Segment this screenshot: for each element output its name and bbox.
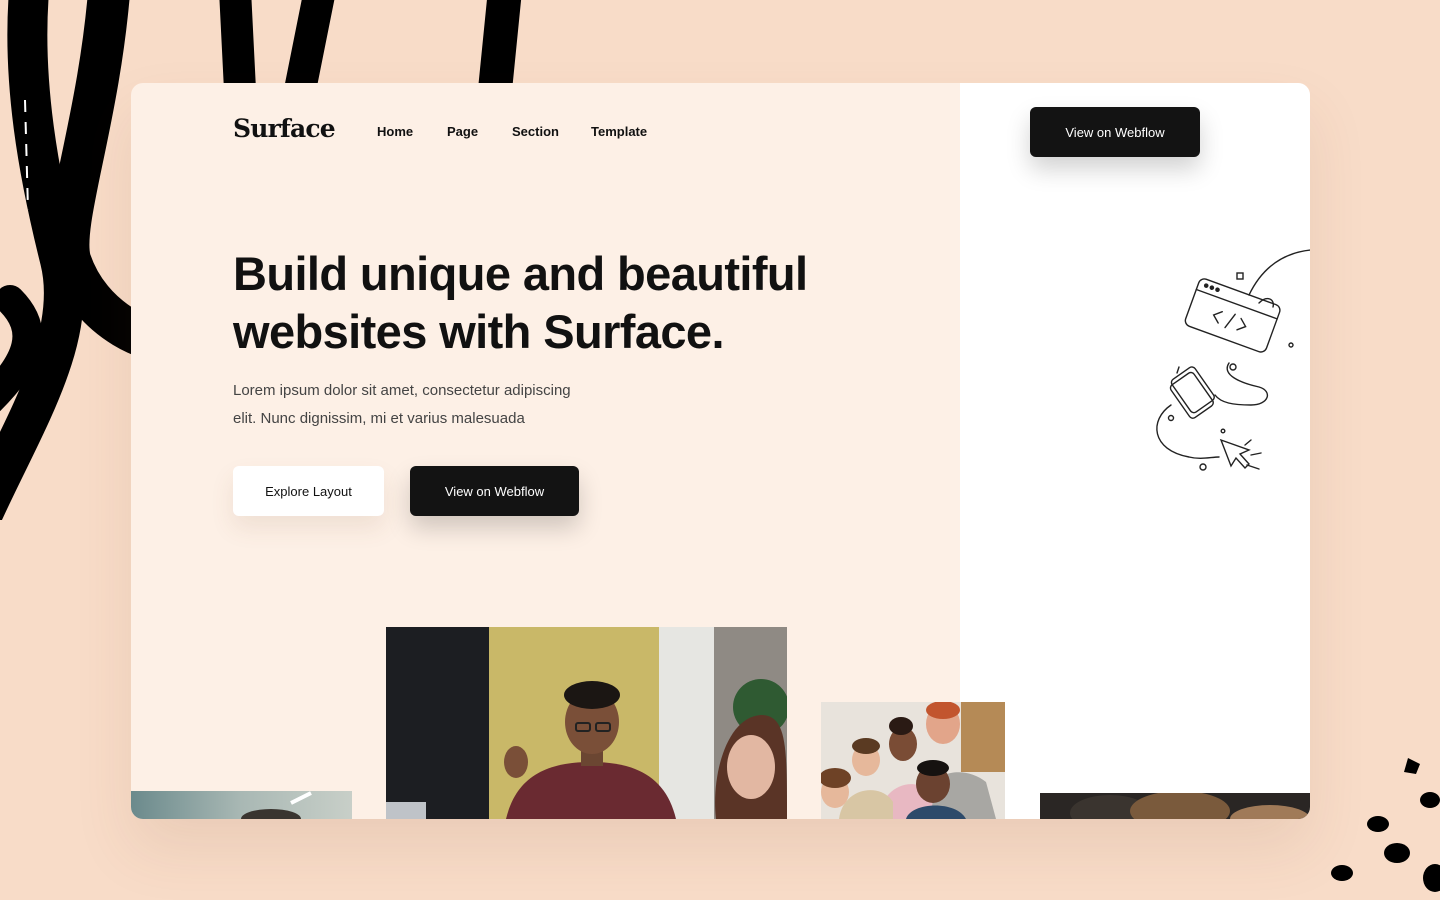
- hero-headline-line2: websites with Surface.: [233, 305, 725, 358]
- photo-people-partial: [1040, 793, 1310, 819]
- photo-team-meeting: [386, 627, 787, 819]
- photo-group: [821, 702, 1005, 819]
- ink-dots-decoration: [1331, 758, 1440, 892]
- hero-subtext-line1: Lorem ipsum dolor sit amet, consectetur …: [233, 382, 571, 399]
- nav-item-section[interactable]: Section: [512, 124, 559, 139]
- explore-layout-button[interactable]: Explore Layout: [233, 466, 384, 516]
- hero-headline: Build unique and beautiful websites with…: [233, 245, 873, 361]
- nav-item-page[interactable]: Page: [447, 124, 478, 139]
- hero-subtext: Lorem ipsum dolor sit amet, consectetur …: [233, 377, 633, 433]
- preview-card: Surface Home Page Section Template View …: [131, 83, 1310, 819]
- nav-item-template[interactable]: Template: [591, 124, 647, 139]
- webflow-doodle-illustration: [1156, 249, 1310, 471]
- hero-headline-line1: Build unique and beautiful: [233, 247, 808, 300]
- logo[interactable]: Surface: [233, 114, 336, 143]
- nav-item-home[interactable]: Home: [377, 124, 413, 139]
- view-on-webflow-button[interactable]: View on Webflow: [410, 466, 579, 516]
- hero-subtext-line2: elit. Nunc dignissim, mi et varius males…: [233, 410, 525, 427]
- photo-thumbnail: [131, 791, 352, 819]
- nav-view-on-webflow-button[interactable]: View on Webflow: [1030, 107, 1200, 157]
